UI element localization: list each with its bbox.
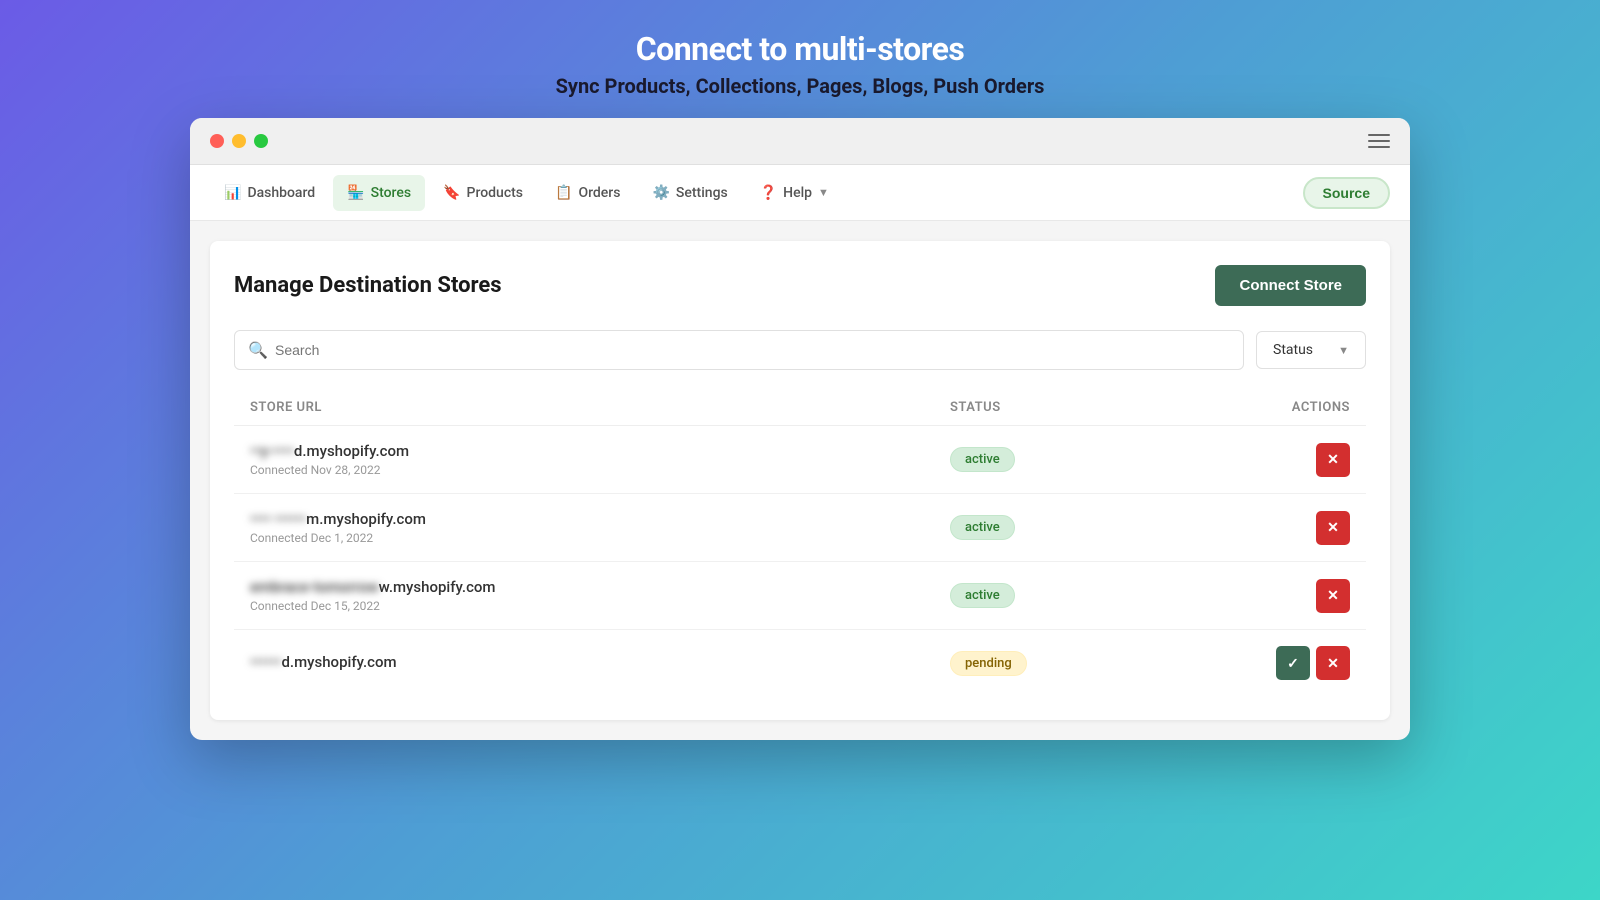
actions-cell: ✕	[1150, 579, 1350, 613]
products-label: Products	[467, 185, 524, 201]
delete-store-button[interactable]: ✕	[1316, 646, 1350, 680]
maximize-button[interactable]	[254, 134, 268, 148]
store-connected-date: Connected Dec 15, 2022	[250, 599, 950, 613]
stores-table: Store URL Status Actions ••y-••••d.mysho…	[234, 390, 1366, 696]
store-url: ••••••d.myshopify.com	[250, 653, 950, 671]
store-url-cell: ••••••d.myshopify.com	[250, 653, 950, 674]
store-connected-date: Connected Dec 1, 2022	[250, 531, 950, 545]
products-icon: 🔖	[443, 185, 460, 201]
table-row: •••• ••••••m.myshopify.com Connected Dec…	[234, 494, 1366, 562]
close-button[interactable]	[210, 134, 224, 148]
sidebar-item-help[interactable]: ❓ Help ▼	[746, 175, 843, 211]
title-bar	[190, 118, 1410, 165]
window-controls	[210, 134, 268, 148]
store-url: •••• ••••••m.myshopify.com	[250, 510, 950, 528]
page-title: Manage Destination Stores	[234, 273, 502, 298]
nav-bar: 📊 Dashboard 🏪 Stores 🔖 Products 📋 Orders…	[190, 165, 1410, 221]
column-header-actions: Actions	[1150, 400, 1350, 415]
status-cell: active	[950, 583, 1150, 608]
stores-label: Stores	[371, 185, 411, 201]
content-header: Manage Destination Stores Connect Store	[234, 265, 1366, 306]
search-input[interactable]	[234, 330, 1244, 370]
sidebar-item-stores[interactable]: 🏪 Stores	[333, 175, 425, 211]
page-header: Connect to multi-stores Sync Products, C…	[556, 0, 1045, 118]
actions-cell: ✕	[1150, 511, 1350, 545]
status-badge: active	[950, 583, 1015, 608]
store-url-cell: •••• ••••••m.myshopify.com Connected Dec…	[250, 510, 950, 545]
search-icon: 🔍	[248, 341, 268, 360]
search-wrapper: 🔍	[234, 330, 1244, 370]
minimize-button[interactable]	[232, 134, 246, 148]
main-content: Manage Destination Stores Connect Store …	[210, 241, 1390, 720]
dashboard-label: Dashboard	[247, 185, 315, 201]
sidebar-item-products[interactable]: 🔖 Products	[429, 175, 537, 211]
delete-store-button[interactable]: ✕	[1316, 443, 1350, 477]
stores-icon: 🏪	[347, 185, 364, 201]
table-row: embrace-tomorroww.myshopify.com Connecte…	[234, 562, 1366, 630]
settings-label: Settings	[676, 185, 728, 201]
confirm-store-button[interactable]: ✓	[1276, 646, 1310, 680]
status-cell: active	[950, 447, 1150, 472]
actions-cell: ✓ ✕	[1150, 646, 1350, 680]
delete-store-button[interactable]: ✕	[1316, 511, 1350, 545]
sidebar-item-orders[interactable]: 📋 Orders	[541, 175, 634, 211]
table-row: ••••••d.myshopify.com pending ✓ ✕	[234, 630, 1366, 696]
sidebar-item-dashboard[interactable]: 📊 Dashboard	[210, 175, 329, 211]
store-url: ••y-••••d.myshopify.com	[250, 442, 950, 460]
orders-icon: 📋	[555, 185, 572, 201]
source-button[interactable]: Source	[1303, 177, 1390, 209]
delete-store-button[interactable]: ✕	[1316, 579, 1350, 613]
help-icon: ❓	[760, 185, 777, 201]
table-row: ••y-••••d.myshopify.com Connected Nov 28…	[234, 426, 1366, 494]
column-header-status: Status	[950, 400, 1150, 415]
status-filter-label: Status	[1273, 342, 1313, 358]
status-cell: active	[950, 515, 1150, 540]
table-header: Store URL Status Actions	[234, 390, 1366, 426]
status-badge: active	[950, 447, 1015, 472]
status-filter-dropdown[interactable]: Status ▼	[1256, 331, 1366, 369]
sidebar-item-settings[interactable]: ⚙️ Settings	[638, 175, 741, 211]
store-url-cell: embrace-tomorroww.myshopify.com Connecte…	[250, 578, 950, 613]
hero-subtitle: Sync Products, Collections, Pages, Blogs…	[556, 74, 1045, 98]
store-url: embrace-tomorroww.myshopify.com	[250, 578, 950, 596]
dashboard-icon: 📊	[224, 185, 241, 201]
store-connected-date: Connected Nov 28, 2022	[250, 463, 950, 477]
search-row: 🔍 Status ▼	[234, 330, 1366, 370]
hamburger-menu-button[interactable]	[1368, 134, 1390, 148]
chevron-down-icon: ▼	[818, 186, 829, 199]
status-cell: pending	[950, 651, 1150, 676]
connect-store-button[interactable]: Connect Store	[1215, 265, 1366, 306]
settings-icon: ⚙️	[652, 185, 669, 201]
status-badge: active	[950, 515, 1015, 540]
help-label: Help	[783, 185, 812, 201]
nav-items: 📊 Dashboard 🏪 Stores 🔖 Products 📋 Orders…	[210, 165, 843, 220]
column-header-url: Store URL	[250, 400, 950, 415]
hero-title: Connect to multi-stores	[556, 30, 1045, 68]
status-badge: pending	[950, 651, 1027, 676]
chevron-down-icon: ▼	[1338, 344, 1349, 357]
orders-label: Orders	[578, 185, 620, 201]
store-url-cell: ••y-••••d.myshopify.com Connected Nov 28…	[250, 442, 950, 477]
app-window: 📊 Dashboard 🏪 Stores 🔖 Products 📋 Orders…	[190, 118, 1410, 740]
actions-cell: ✕	[1150, 443, 1350, 477]
